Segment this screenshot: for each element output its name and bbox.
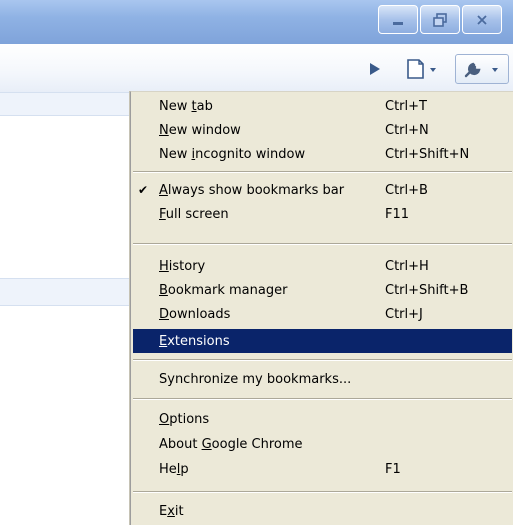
menu-item-label: History — [159, 258, 206, 274]
menu-item-new-tab[interactable]: New tab Ctrl+T — [133, 94, 512, 118]
menu-item-bookmark-manager[interactable]: Bookmark manager Ctrl+Shift+B — [133, 278, 512, 302]
menu-item-shortcut: Ctrl+N — [385, 122, 429, 138]
menu-item-label: Exit — [159, 503, 184, 519]
menu-item-label: Always show bookmarks bar — [159, 182, 345, 198]
menu-item-label: Full screen — [159, 206, 229, 222]
wrench-menu: New tab Ctrl+T New window Ctrl+N New inc… — [130, 91, 513, 525]
menu-separator — [133, 491, 512, 493]
menu-item-label: Bookmark manager — [159, 282, 288, 298]
menu-item-shortcut: F11 — [385, 206, 410, 222]
menu-item-always-show-bookmarks-bar[interactable]: ✔ Always show bookmarks bar Ctrl+B — [133, 178, 512, 202]
menu-item-extensions[interactable]: Extensions — [133, 329, 512, 353]
play-button[interactable] — [364, 58, 386, 80]
menu-item-label: Options — [159, 411, 210, 427]
page-menu-icon — [407, 59, 436, 79]
minimize-button[interactable] — [378, 5, 418, 34]
menu-item-downloads[interactable]: Downloads Ctrl+J — [133, 302, 512, 326]
menu-item-label: New tab — [159, 98, 213, 114]
menu-item-about-google-chrome[interactable]: About Google Chrome — [133, 432, 512, 456]
menu-item-shortcut: Ctrl+B — [385, 182, 428, 198]
menu-item-history[interactable]: History Ctrl+H — [133, 254, 512, 278]
menu-item-label: New window — [159, 122, 241, 138]
play-icon — [370, 63, 380, 75]
menu-item-exit[interactable]: Exit — [133, 499, 512, 523]
menu-item-synchronize-bookmarks[interactable]: Synchronize my bookmarks... — [133, 367, 512, 391]
menu-item-shortcut: Ctrl+J — [385, 306, 423, 322]
menu-separator — [133, 171, 512, 173]
menu-item-shortcut: Ctrl+T — [385, 98, 427, 114]
wrench-menu-button[interactable] — [455, 54, 509, 84]
restore-button[interactable] — [420, 5, 460, 34]
close-button[interactable] — [462, 5, 502, 34]
page-menu-button[interactable] — [400, 56, 444, 82]
menu-separator — [133, 243, 512, 245]
menu-item-label: Help — [159, 461, 189, 477]
menu-item-label: New incognito window — [159, 146, 306, 162]
menu-item-label: Synchronize my bookmarks... — [159, 371, 352, 387]
menu-separator — [133, 359, 512, 361]
menu-item-label: About Google Chrome — [159, 436, 303, 452]
menu-item-new-window[interactable]: New window Ctrl+N — [133, 118, 512, 142]
checkmark-icon: ✔ — [137, 183, 149, 197]
title-bar — [0, 0, 513, 44]
menu-item-options[interactable]: Options — [133, 407, 512, 431]
menu-item-new-incognito-window[interactable]: New incognito window Ctrl+Shift+N — [133, 142, 512, 166]
menu-item-shortcut: Ctrl+Shift+B — [385, 282, 469, 298]
window-controls — [378, 5, 502, 34]
restore-icon — [433, 12, 447, 27]
menu-item-shortcut: Ctrl+Shift+N — [385, 146, 470, 162]
close-icon — [477, 14, 487, 25]
wrench-menu-icon — [464, 62, 498, 78]
menu-item-shortcut: Ctrl+H — [385, 258, 429, 274]
menu-item-label: Downloads — [159, 306, 231, 322]
menu-item-full-screen[interactable]: Full screen F11 — [133, 202, 512, 226]
browser-toolbar — [0, 44, 513, 93]
menu-item-shortcut: F1 — [385, 461, 401, 477]
minimize-icon — [393, 21, 403, 25]
menu-separator — [133, 398, 512, 400]
menu-item-label: Extensions — [159, 333, 230, 349]
menu-item-help[interactable]: Help F1 — [133, 457, 512, 481]
